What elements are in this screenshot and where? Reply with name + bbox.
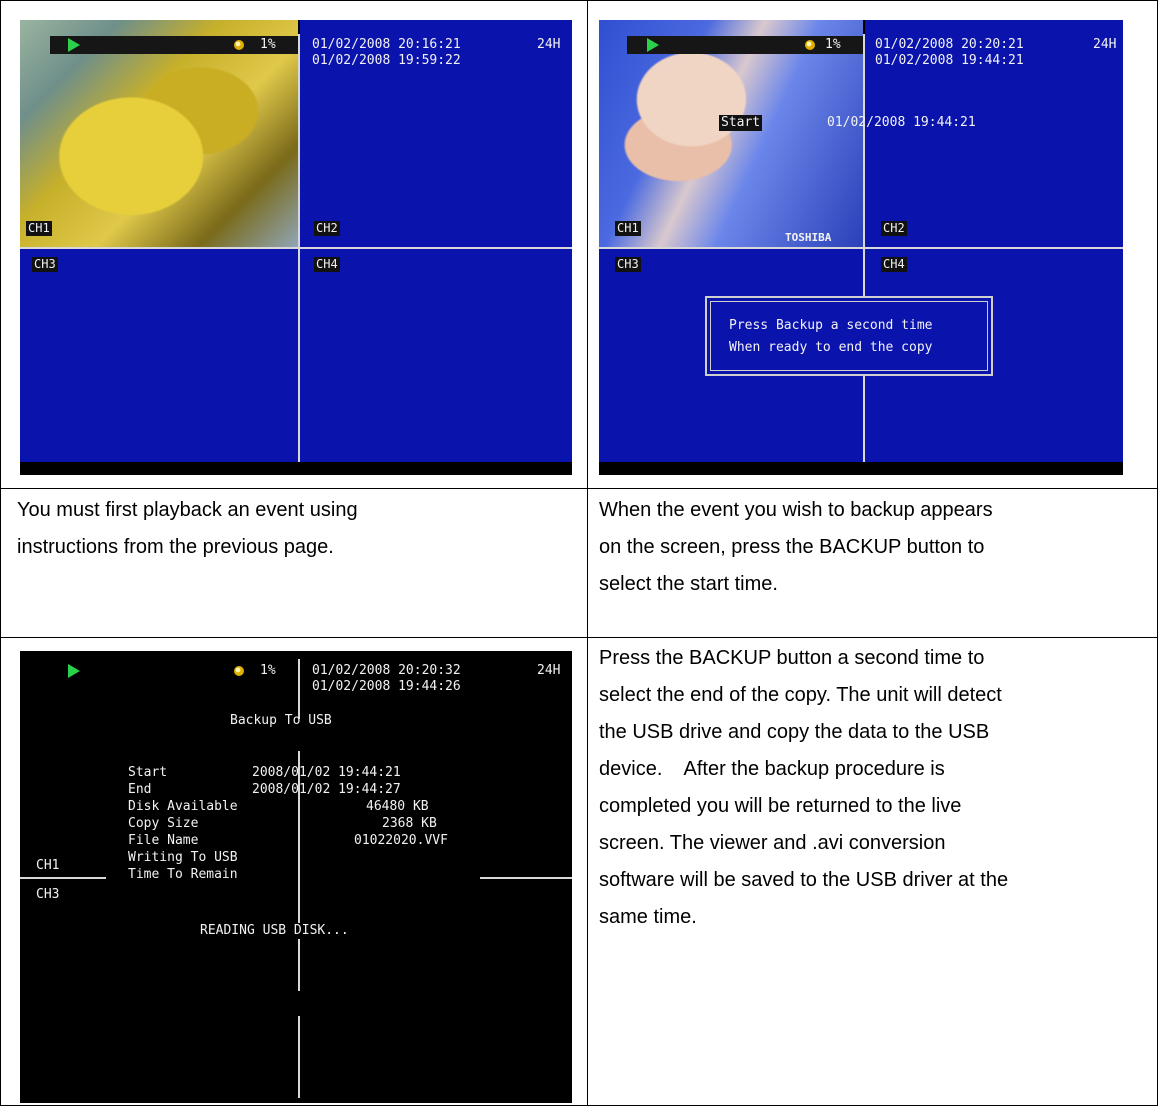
playback-time: 01/02/2008 19:44:26 <box>312 679 461 694</box>
backup-message-dialog: Press Backup a second time When ready to… <box>705 296 993 376</box>
mode-24h: 24H <box>1093 37 1117 52</box>
table-border-left <box>0 0 1 1106</box>
caption-line: on the screen, press the BACKUP button t… <box>599 536 985 558</box>
row-value-disk-available: 46480 KB <box>366 799 429 814</box>
playback-time: 01/02/2008 19:44:21 <box>875 53 1024 68</box>
caption-line: instructions from the previous page. <box>17 536 334 558</box>
rate-text: 1% <box>260 663 276 678</box>
caption-line: the USB drive and copy the data to the U… <box>599 721 990 743</box>
row-label-time-remain: Time To Remain <box>128 867 238 882</box>
row-label-copy-size: Copy Size <box>128 816 199 831</box>
channel-label-ch2: CH2 <box>881 221 907 236</box>
table-border-row1 <box>0 488 1158 489</box>
disc-icon <box>234 666 244 676</box>
disc-icon <box>234 40 244 50</box>
table-border-top <box>0 0 1158 1</box>
row-label-end: End <box>128 782 152 797</box>
row-label-file-name: File Name <box>128 833 199 848</box>
row-value-end: 2008/01/02 19:44:27 <box>252 782 401 797</box>
mode-24h: 24H <box>537 663 561 678</box>
row-label-writing: Writing To USB <box>128 850 238 865</box>
dvr-screen-backup-to-usb: 1% 01/02/2008 20:20:32 24H 01/02/2008 19… <box>20 651 572 1103</box>
current-time: 01/02/2008 20:20:21 <box>875 37 1024 52</box>
play-icon <box>647 38 659 52</box>
dialog-inner-frame <box>710 301 988 371</box>
backup-title: Backup To USB <box>230 713 332 728</box>
playback-time: 01/02/2008 19:59:22 <box>312 53 461 68</box>
rate-text: 1% <box>825 37 841 52</box>
table-border-middle <box>587 0 588 1106</box>
caption-step-3: Press the BACKUP button a second time to… <box>599 640 1008 936</box>
channel-quad-ch4 <box>300 249 572 462</box>
caption-line: screen. The viewer and .avi conversion <box>599 832 946 854</box>
channel-label-ch3: CH3 <box>615 257 641 272</box>
start-label: Start <box>719 115 763 131</box>
divider-horizontal-left <box>20 877 106 879</box>
channel-label-ch2: CH2 <box>314 221 340 236</box>
dvr-screen-playback: 1% 01/02/2008 20:16:21 24H 01/02/2008 19… <box>20 20 572 475</box>
caption-line: select the start time. <box>599 573 778 595</box>
caption-line: same time. <box>599 906 697 928</box>
current-time: 01/02/2008 20:20:32 <box>312 663 461 678</box>
caption-line: device. After the backup procedure is <box>599 758 945 780</box>
caption-line: select the end of the copy. The unit wil… <box>599 684 1002 706</box>
mode-24h: 24H <box>537 37 561 52</box>
start-time: 01/02/2008 19:44:21 <box>827 115 976 130</box>
row-label-disk-available: Disk Available <box>128 799 238 814</box>
quad-divider-horizontal <box>599 247 1123 249</box>
divider-horizontal-right <box>480 877 572 879</box>
row-value-file-name: 01022020.VVF <box>354 833 448 848</box>
disc-icon <box>805 40 815 50</box>
status-reading-usb: READING USB DISK... <box>200 923 349 939</box>
camera-image-ch1 <box>20 20 298 247</box>
channel-label-ch1: CH1 <box>36 858 60 873</box>
channel-quad-ch3 <box>20 249 298 462</box>
message-line-1: Press Backup a second time <box>729 318 933 333</box>
channel-label-ch4: CH4 <box>314 257 340 272</box>
divider-vertical-bottom <box>298 1016 300 1098</box>
row-value-copy-size: 2368 KB <box>382 816 437 831</box>
brand-logo: TOSHIBA <box>785 231 832 244</box>
dvr-screen-backup-start: 1% 01/02/2008 20:20:21 24H 01/02/2008 19… <box>599 20 1123 475</box>
row-value-start: 2008/01/02 19:44:21 <box>252 765 401 780</box>
table-border-row2 <box>0 637 1158 638</box>
channel-label-ch1: CH1 <box>26 221 52 236</box>
caption-line: You must first playback an event using <box>17 499 358 521</box>
play-icon <box>68 664 80 678</box>
camera-image-ch1 <box>599 20 863 247</box>
caption-line: Press the BACKUP button a second time to <box>599 647 985 669</box>
channel-label-ch1: CH1 <box>615 221 641 236</box>
play-icon <box>68 38 80 52</box>
rate-text: 1% <box>260 37 276 52</box>
caption-line: When the event you wish to backup appear… <box>599 499 993 521</box>
row-label-start: Start <box>128 765 168 780</box>
quad-divider-horizontal <box>20 247 572 249</box>
caption-line: completed you will be returned to the li… <box>599 795 962 817</box>
divider-vertical-top <box>298 659 300 719</box>
channel-label-ch3: CH3 <box>32 257 58 272</box>
caption-line: software will be saved to the USB driver… <box>599 869 1009 891</box>
caption-step-1: You must first playback an event using i… <box>17 492 358 566</box>
current-time: 01/02/2008 20:16:21 <box>312 37 461 52</box>
channel-label-ch3: CH3 <box>36 887 60 902</box>
caption-step-2: When the event you wish to backup appear… <box>599 492 993 603</box>
channel-label-ch4: CH4 <box>881 257 907 272</box>
message-line-2: When ready to end the copy <box>729 340 933 355</box>
